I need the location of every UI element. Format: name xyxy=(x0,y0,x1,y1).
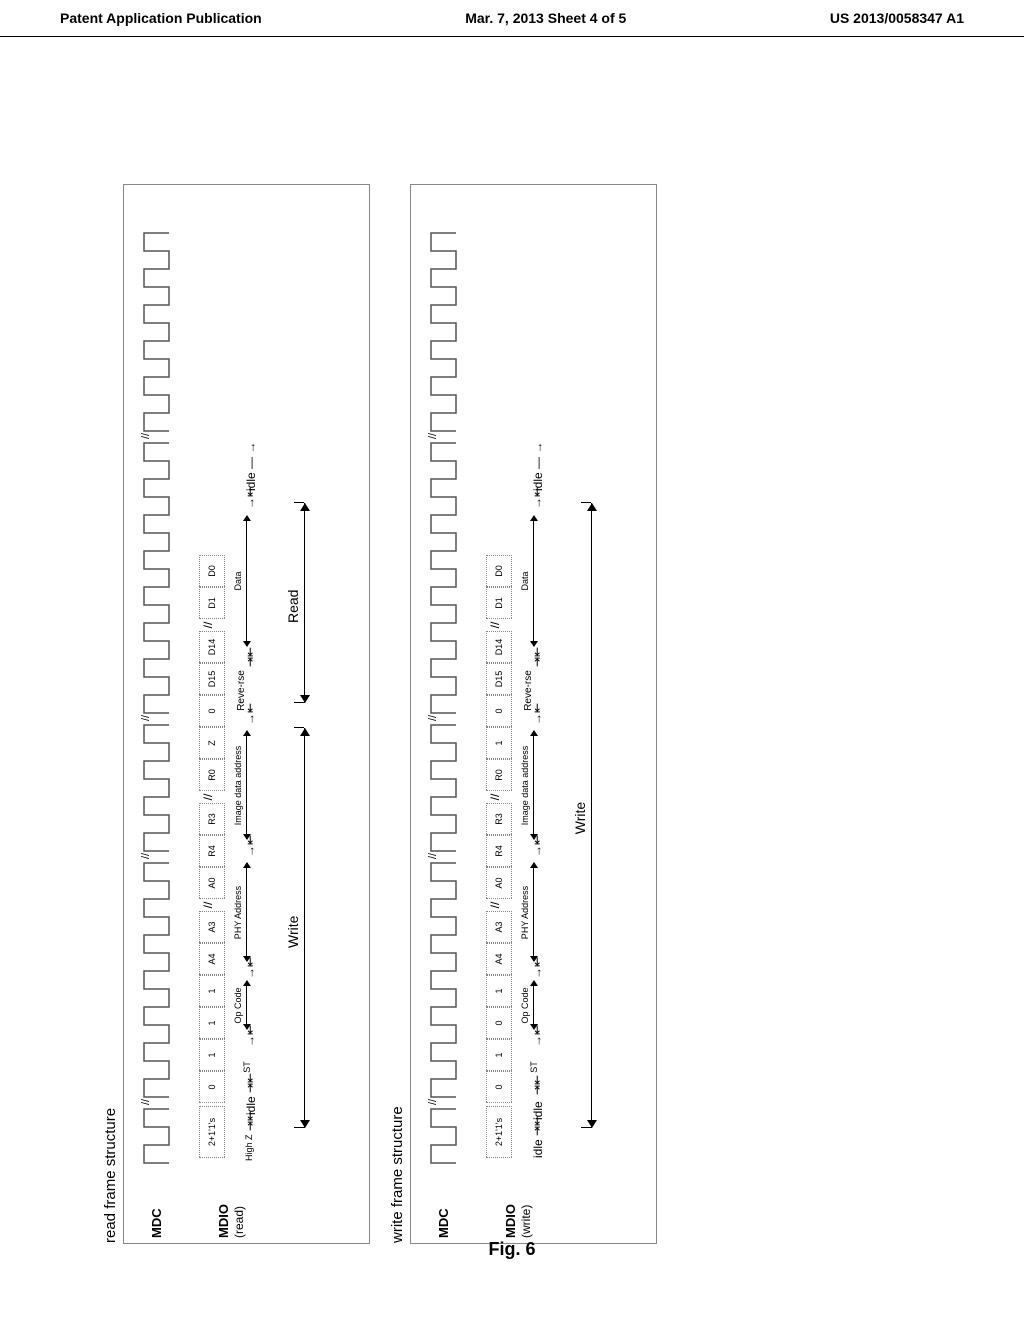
mdio-sublabel: (read) xyxy=(232,1206,246,1238)
rev-bit: 1 xyxy=(486,727,512,759)
imgaddr-segment: Image data address xyxy=(529,728,530,843)
img-bit: R4 xyxy=(199,835,225,867)
svg-text://: // xyxy=(427,852,439,859)
st-bit: 0 xyxy=(486,1071,512,1103)
opcode-segment: Op Code xyxy=(529,978,530,1033)
data-bit: D14 xyxy=(199,631,225,663)
highz-label: High Z xyxy=(244,1134,254,1161)
break-icon: // xyxy=(488,899,502,911)
svg-text://: // xyxy=(140,714,152,721)
img-bit: R4 xyxy=(486,835,512,867)
mdio-label: MDIO xyxy=(216,1204,231,1238)
break-icon: // xyxy=(201,899,215,911)
mdc-clock-icon: // // // // xyxy=(426,223,466,1163)
break-icon: // xyxy=(488,619,502,631)
preamble-cell: 2+1'1's xyxy=(486,1106,512,1158)
break-icon: // xyxy=(488,791,502,803)
figure-caption: Fig. 6 xyxy=(0,1239,1024,1260)
read-arrow: Read xyxy=(304,503,306,703)
imgaddr-segment: Image data address xyxy=(242,728,243,843)
header-right: US 2013/0058347 A1 xyxy=(830,10,964,26)
break-icon: // xyxy=(201,791,215,803)
header-left: Patent Application Publication xyxy=(60,10,262,26)
page-header: Patent Application Publication Mar. 7, 2… xyxy=(0,0,1024,37)
phy-bit: A0 xyxy=(199,867,225,899)
write-frame-title: write frame structure xyxy=(389,1106,406,1243)
idle-label-left: idle xyxy=(531,1139,545,1158)
dblarrow-icon: ⇥⇤ xyxy=(530,647,544,667)
img-bit: R3 xyxy=(199,803,225,835)
phy-bit: A3 xyxy=(199,911,225,943)
data-bit: D0 xyxy=(486,555,512,587)
svg-text://: // xyxy=(427,714,439,721)
img-bit: R3 xyxy=(486,803,512,835)
op-bit: 0 xyxy=(486,1007,512,1039)
bit-cells-row: 0101A4A3//A0R4R3//R010D15D14//D1D0 xyxy=(486,555,512,1103)
rotated-figure-wrapper: read frame structure MDC // // // // MDI… xyxy=(123,184,697,1244)
st-segment: ST xyxy=(529,1051,539,1083)
svg-text://: // xyxy=(140,852,152,859)
phyaddr-segment: PHY Address xyxy=(242,860,243,965)
bit-cells-row: 0111A4A3//A0R4R3//R0Z0D15D14//D1D0 xyxy=(199,555,225,1103)
data-bit: D1 xyxy=(199,587,225,619)
read-frame-title: read frame structure xyxy=(102,1108,119,1243)
data-segment: Data xyxy=(529,511,530,651)
st-bit: 1 xyxy=(486,1039,512,1071)
rev-bit: 0 xyxy=(486,695,512,727)
phyaddr-segment: PHY Address xyxy=(529,860,530,965)
idle-label-right: idle — → xyxy=(531,442,545,491)
write-arrow: Write xyxy=(591,503,593,1128)
phy-bit: A3 xyxy=(486,911,512,943)
write-arrow: Write xyxy=(304,728,306,1128)
phy-bit: A4 xyxy=(486,943,512,975)
write-frame-diagram: write frame structure MDC // // // // MD… xyxy=(410,184,657,1244)
opcode-segment: Op Code xyxy=(242,978,243,1033)
data-bit: D0 xyxy=(199,555,225,587)
mdc-label: MDC xyxy=(436,1208,451,1238)
read-frame-diagram: read frame structure MDC // // // // MDI… xyxy=(123,184,370,1244)
img-bit: R0 xyxy=(199,759,225,791)
svg-text://: // xyxy=(427,1098,439,1105)
rev-bit: 0 xyxy=(199,695,225,727)
preamble-cell: 2+1'1's xyxy=(199,1106,225,1158)
phy-bit: A4 xyxy=(199,943,225,975)
rev-bit: Z xyxy=(199,727,225,759)
svg-text://: // xyxy=(140,1098,152,1105)
op-bit: 1 xyxy=(199,975,225,1007)
idle-label: idle xyxy=(531,1101,545,1120)
data-bit: D15 xyxy=(199,663,225,695)
mdio-sublabel: (write) xyxy=(519,1205,533,1238)
svg-text://: // xyxy=(427,432,439,439)
mdc-clock-icon: // // // // xyxy=(139,223,179,1163)
data-bit: D15 xyxy=(486,663,512,695)
st-segment: ST xyxy=(242,1051,252,1083)
svg-text://: // xyxy=(140,432,152,439)
mdc-label: MDC xyxy=(149,1208,164,1238)
data-bit: D1 xyxy=(486,587,512,619)
op-bit: 1 xyxy=(199,1007,225,1039)
phy-bit: A0 xyxy=(486,867,512,899)
dblarrow-icon: ⇥⇤ xyxy=(243,647,257,667)
data-segment: Data xyxy=(242,511,243,651)
reverse-segment: Reve-rse xyxy=(524,668,534,713)
idle-label-right: idle — → xyxy=(244,442,258,491)
st-bit: 1 xyxy=(199,1039,225,1071)
reverse-segment: Reve-rse xyxy=(237,668,247,713)
header-center: Mar. 7, 2013 Sheet 4 of 5 xyxy=(465,10,626,26)
data-bit: D14 xyxy=(486,631,512,663)
page-content: read frame structure MDC // // // // MDI… xyxy=(0,37,1024,117)
break-icon: // xyxy=(201,619,215,631)
op-bit: 1 xyxy=(486,975,512,1007)
idle-label: idle xyxy=(244,1096,258,1115)
st-bit: 0 xyxy=(199,1071,225,1103)
mdio-label: MDIO xyxy=(503,1204,518,1238)
img-bit: R0 xyxy=(486,759,512,791)
